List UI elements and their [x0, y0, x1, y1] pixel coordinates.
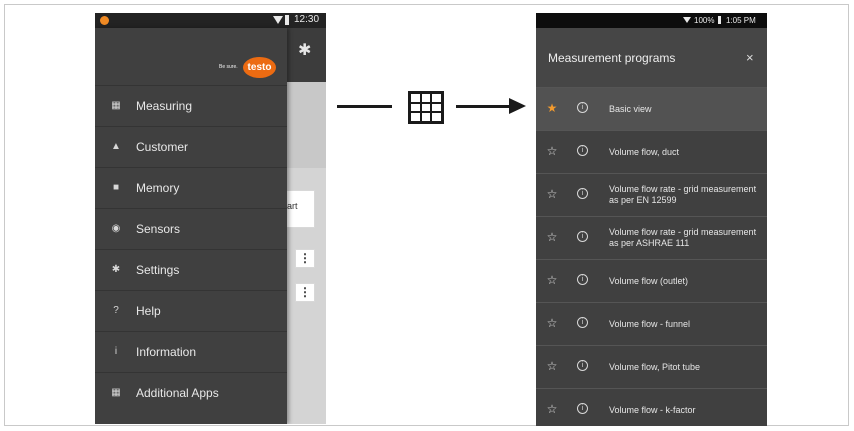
drawer-item-help[interactable]: ? Help	[95, 290, 287, 331]
drawer-item-customer[interactable]: ▲ Customer	[95, 126, 287, 167]
star-outline-icon[interactable]: ☆	[546, 402, 558, 416]
gear-icon[interactable]: ✱	[298, 40, 311, 60]
star-outline-icon[interactable]: ☆	[546, 144, 558, 158]
apps-icon: ▦	[111, 387, 121, 398]
close-icon[interactable]: ×	[746, 50, 754, 65]
program-label: Volume flow, Pitot tube	[609, 361, 701, 372]
info-icon[interactable]: i	[577, 360, 588, 371]
arrow-line	[456, 105, 511, 108]
drawer-item-sensors[interactable]: ◉ Sensors	[95, 208, 287, 249]
notification-icon	[100, 16, 109, 25]
drawer-item-label: Additional Apps	[136, 386, 219, 400]
program-label: Volume flow rate - grid measurement as p…	[609, 227, 757, 248]
program-item[interactable]: ☆ i Volume flow rate - grid measurement as…	[536, 173, 767, 216]
gear-icon: ✱	[111, 264, 121, 275]
program-item[interactable]: ☆ i Volume flow (outlet)	[536, 259, 767, 302]
program-item[interactable]: ☆ i Volume flow - funnel	[536, 302, 767, 345]
right-phone-screen: 100% 1:05 PM Measurement programs × ★ i Ba…	[536, 13, 767, 426]
program-label: Basic view	[609, 103, 652, 114]
background-strip	[287, 82, 326, 168]
status-time: 1:05 PM	[726, 16, 756, 25]
drawer-item-settings[interactable]: ✱ Settings	[95, 249, 287, 290]
info-icon: i	[114, 346, 118, 357]
star-filled-icon[interactable]: ★	[546, 101, 558, 115]
info-icon[interactable]: i	[577, 102, 588, 113]
program-label: Volume flow - k-factor	[609, 404, 696, 415]
info-icon[interactable]: i	[577, 188, 588, 199]
more-options-icon[interactable]: ⋮	[295, 283, 315, 302]
battery-percent: 100%	[694, 16, 715, 25]
star-outline-icon[interactable]: ☆	[546, 316, 558, 330]
star-outline-icon[interactable]: ☆	[546, 359, 558, 373]
program-item[interactable]: ☆ i Volume flow, duct	[536, 130, 767, 173]
drawer-item-label: Sensors	[136, 222, 181, 236]
help-icon: ?	[113, 305, 119, 316]
save-icon: ■	[112, 182, 120, 193]
wifi-icon	[683, 17, 691, 23]
info-icon[interactable]: i	[577, 231, 588, 242]
drawer-item-label: Settings	[136, 263, 180, 277]
drawer-item-measuring[interactable]: ▦ Measuring	[95, 85, 287, 126]
drawer-item-label: Customer	[136, 140, 189, 154]
program-label: Volume flow rate - grid measurement as p…	[609, 184, 757, 205]
program-item[interactable]: ☆ i Volume flow - k-factor	[536, 388, 767, 426]
battery-icon	[285, 15, 289, 25]
testo-logo: testo	[243, 57, 276, 78]
program-label: Volume flow - funnel	[609, 318, 691, 329]
program-label: Volume flow, duct	[609, 146, 680, 157]
info-icon[interactable]: i	[577, 145, 588, 156]
grid-icon: ▦	[111, 100, 121, 111]
battery-icon	[718, 16, 721, 24]
drawer-item-label: Information	[136, 345, 197, 359]
info-icon[interactable]: i	[577, 274, 588, 285]
program-label: Volume flow (outlet)	[609, 275, 689, 286]
sensor-icon: ◉	[111, 223, 121, 234]
more-options-icon[interactable]: ⋮	[295, 249, 315, 268]
status-bar: 12:30	[95, 13, 326, 28]
status-bar: 100% 1:05 PM	[536, 13, 767, 28]
drawer-header: Be sure. testo	[95, 28, 287, 84]
person-icon: ▲	[111, 141, 121, 152]
program-item[interactable]: ☆ i Volume flow rate - grid measurement as…	[536, 216, 767, 259]
background-card[interactable]: art	[285, 190, 315, 228]
drawer-item-additional-apps[interactable]: ▦ Additional Apps	[95, 372, 287, 413]
dialog-title: Measurement programs	[548, 51, 676, 65]
star-outline-icon[interactable]: ☆	[546, 230, 558, 244]
drawer-item-memory[interactable]: ■ Memory	[95, 167, 287, 208]
brand-tagline: Be sure.	[219, 64, 238, 70]
drawer-item-information[interactable]: i Information	[95, 331, 287, 372]
left-phone-screen: 12:30 ✱ art ⋮ ⋮ Be sure. testo ▦ Measurin…	[95, 13, 326, 424]
status-time: 12:30	[294, 14, 320, 25]
program-item[interactable]: ★ i Basic view	[536, 87, 767, 130]
dialog-header: Measurement programs ×	[536, 28, 767, 87]
program-list: ★ i Basic view ☆ i Volume flow, duct ☆ i Volume …	[536, 87, 767, 426]
info-icon[interactable]: i	[577, 403, 588, 414]
background-card-text: art	[287, 201, 298, 211]
program-item[interactable]: ☆ i Volume flow, Pitot tube	[536, 345, 767, 388]
star-outline-icon[interactable]: ☆	[546, 273, 558, 287]
arrow-line	[337, 105, 392, 108]
navigation-drawer: Be sure. testo ▦ Measuring ▲ Customer ■ Memor…	[95, 28, 287, 424]
drawer-item-label: Help	[136, 304, 161, 318]
drawer-item-label: Memory	[136, 181, 180, 195]
arrow-head-icon	[509, 98, 526, 114]
info-icon[interactable]: i	[577, 317, 588, 328]
grid-icon	[408, 91, 444, 124]
drawer-item-label: Measuring	[136, 99, 193, 113]
star-outline-icon[interactable]: ☆	[546, 187, 558, 201]
drawer-menu: ▦ Measuring ▲ Customer ■ Memory ◉ Sensors ✱ Setti…	[95, 85, 287, 413]
wifi-icon	[273, 16, 283, 24]
